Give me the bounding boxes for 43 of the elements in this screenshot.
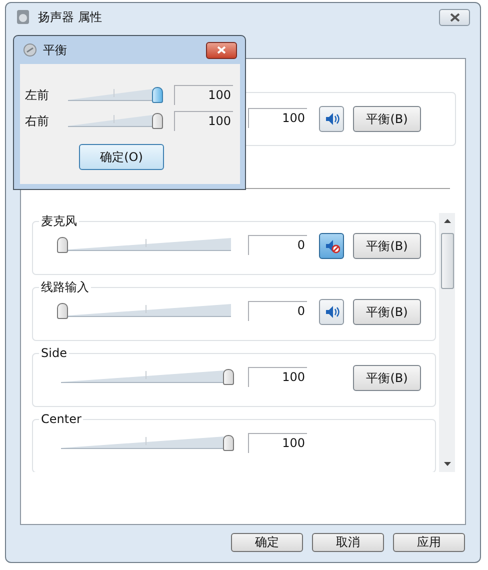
slider-thumb[interactable]	[57, 237, 68, 253]
window-title: 扬声器 属性	[38, 8, 102, 26]
level-label: 麦克风	[39, 213, 79, 229]
balance-button[interactable]: 平衡(B)	[353, 365, 421, 391]
value-field[interactable]: 100	[248, 367, 307, 387]
scroll-up-icon	[444, 219, 450, 223]
value-field[interactable]: 100	[248, 433, 307, 453]
value-field[interactable]: 100	[174, 85, 233, 105]
dialog-button[interactable]: 确定	[231, 533, 303, 552]
disc-icon	[23, 43, 37, 57]
slider-thumb[interactable]	[57, 303, 68, 319]
speaker-icon	[324, 304, 340, 320]
slider-thumb[interactable]	[223, 369, 234, 385]
close-icon	[217, 46, 226, 54]
close-button[interactable]	[439, 8, 470, 26]
slider-thumb[interactable]	[152, 113, 163, 129]
dialog-button[interactable]: 取消	[312, 533, 384, 552]
balance-button[interactable]: 平衡(B)	[353, 106, 421, 132]
value-field[interactable]: 0	[248, 235, 307, 255]
dialog-title: 平衡	[43, 42, 67, 58]
speaker-device-icon	[16, 9, 30, 25]
mute-button[interactable]	[319, 233, 344, 259]
mute-button[interactable]	[319, 106, 344, 132]
scrollbar[interactable]	[439, 213, 455, 472]
close-button[interactable]	[206, 42, 237, 58]
muted-speaker-icon	[324, 238, 340, 254]
value-field[interactable]: 100	[174, 111, 233, 131]
dialog-button[interactable]: 应用	[393, 533, 465, 552]
ok-button[interactable]: 确定(O)	[79, 144, 164, 170]
balance-button[interactable]: 平衡(B)	[353, 299, 421, 325]
value-field[interactable]: 100	[248, 108, 307, 128]
channel-label: 右前	[25, 112, 50, 130]
close-icon	[450, 12, 460, 22]
mute-button[interactable]	[319, 299, 344, 325]
balance-button[interactable]: 平衡(B)	[353, 233, 421, 259]
slider-thumb[interactable]	[223, 435, 234, 451]
slider-thumb[interactable]	[152, 87, 163, 103]
channel-label: 左前	[25, 86, 50, 104]
scroll-down-icon	[444, 462, 450, 466]
value-field[interactable]: 0	[248, 301, 307, 321]
level-label: 线路输入	[39, 279, 91, 295]
scroll-thumb[interactable]	[440, 233, 454, 289]
speaker-icon	[324, 111, 340, 127]
